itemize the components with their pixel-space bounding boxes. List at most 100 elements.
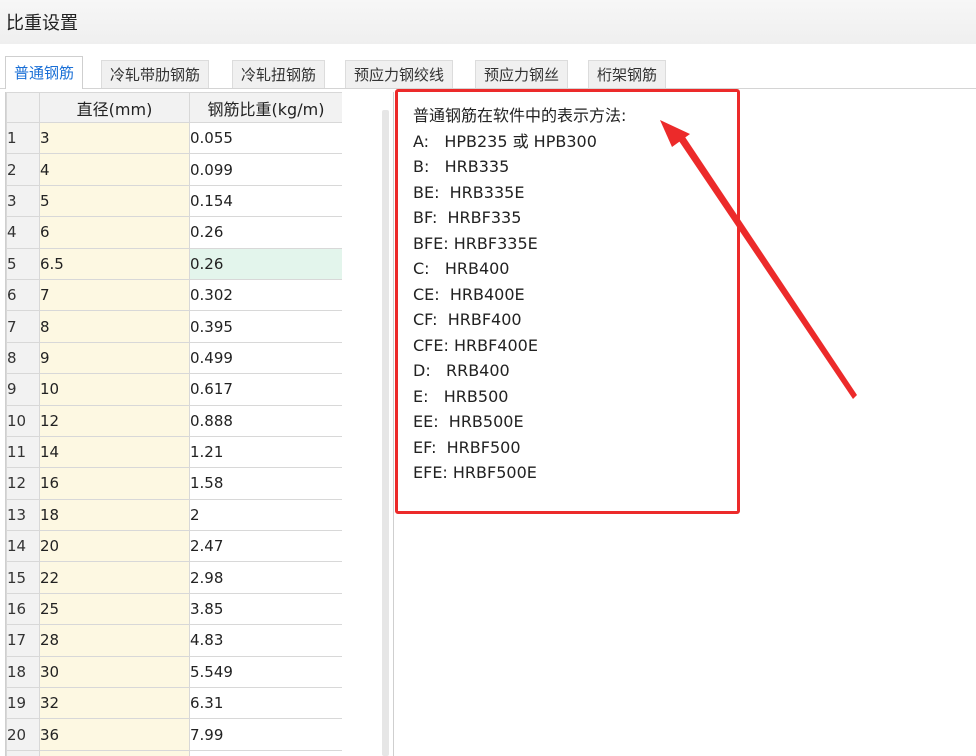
table-row[interactable]: 19 32 6.31	[6, 687, 342, 720]
table-row[interactable]: 21	[6, 749, 342, 756]
grade-note-line: E: HRB500	[413, 386, 509, 406]
table-row[interactable]: 2 4 0.099	[6, 153, 342, 186]
table-row[interactable]: 11 14 1.21	[6, 435, 342, 469]
title-bar: 比重设置	[0, 0, 976, 44]
row-number-cell: 11	[6, 435, 40, 469]
weight-cell[interactable]: 3.85	[189, 592, 342, 626]
table-row[interactable]: 6 7 0.302	[6, 278, 342, 312]
weight-cell[interactable]: 1.58	[189, 467, 342, 500]
table-row[interactable]: 18 30 5.549	[6, 655, 342, 689]
diameter-cell[interactable]	[39, 749, 190, 756]
weight-cell[interactable]	[189, 749, 342, 756]
weight-cell[interactable]: 0.302	[189, 278, 342, 312]
row-number-cell: 14	[6, 530, 40, 563]
diameter-cell[interactable]: 25	[39, 592, 190, 626]
row-number-cell: 4	[6, 216, 40, 249]
diameter-cell[interactable]: 6.5	[39, 247, 190, 280]
row-number-cell: 7	[6, 310, 40, 343]
diameter-cell[interactable]: 12	[39, 404, 190, 437]
diameter-cell[interactable]: 32	[39, 687, 190, 720]
weight-cell[interactable]: 5.549	[189, 655, 342, 689]
weight-header[interactable]: 钢筋比重(kg/m)	[189, 92, 342, 123]
table-row[interactable]: 16 25 3.85	[6, 592, 342, 626]
table-row[interactable]: 12 16 1.58	[6, 467, 342, 500]
weight-cell[interactable]: 2	[189, 498, 342, 532]
weight-cell[interactable]: 0.099	[189, 153, 342, 186]
diameter-cell[interactable]: 8	[39, 310, 190, 343]
row-number-cell: 15	[6, 561, 40, 594]
table-row[interactable]: 17 28 4.83	[6, 624, 342, 657]
diameter-cell[interactable]: 6	[39, 216, 190, 249]
table-row[interactable]: 20 36 7.99	[6, 718, 342, 751]
table-scrollbar[interactable]	[382, 110, 389, 756]
diameter-cell[interactable]: 28	[39, 624, 190, 657]
weight-cell[interactable]: 1.21	[189, 435, 342, 469]
weight-cell[interactable]: 0.154	[189, 184, 342, 218]
table-row[interactable]: 7 8 0.395	[6, 310, 342, 343]
grade-note-line: EE: HRB500E	[413, 412, 524, 431]
table-row[interactable]: 3 5 0.154	[6, 184, 342, 218]
diameter-cell[interactable]: 18	[39, 498, 190, 532]
rebar-weight-grid: 直径(mm) 钢筋比重(kg/m) 1 3 0.055 2 4 0.099 3 5 0.154 4…	[5, 92, 342, 756]
row-number-cell: 19	[6, 687, 40, 720]
table-row[interactable]: 10 12 0.888	[6, 404, 342, 437]
table-row[interactable]: 15 22 2.98	[6, 561, 342, 594]
tab-cold-rolled-twisted-rebar[interactable]: 冷轧扭钢筋	[232, 60, 326, 88]
row-number-cell: 21	[6, 749, 40, 756]
rebar-weight-table: 直径(mm) 钢筋比重(kg/m) 1 3 0.055 2 4 0.099 3 5 0.154 4…	[6, 92, 342, 756]
diameter-cell[interactable]: 16	[39, 467, 190, 500]
window-title: 比重设置	[6, 13, 78, 34]
weight-cell[interactable]: 0.617	[189, 373, 342, 406]
tab-prestressed-strand[interactable]: 预应力钢绞线	[345, 60, 454, 88]
tab-ordinary-rebar[interactable]: 普通钢筋	[5, 56, 84, 89]
diameter-cell[interactable]: 36	[39, 718, 190, 751]
weight-cell[interactable]: 7.99	[189, 718, 342, 751]
table-row[interactable]: 4 6 0.26	[6, 216, 342, 249]
row-number-cell: 3	[6, 184, 40, 218]
weight-cell[interactable]: 0.26	[189, 247, 342, 280]
weight-cell[interactable]: 4.83	[189, 624, 342, 657]
weight-cell[interactable]: 0.26	[189, 216, 342, 249]
table-row[interactable]: 9 10 0.617	[6, 373, 342, 406]
grade-note-line: BE: HRB335E	[413, 182, 525, 202]
grade-note-line: EF: HRBF500	[413, 437, 521, 457]
weight-cell[interactable]: 2.47	[189, 530, 342, 563]
diameter-cell[interactable]: 10	[39, 373, 190, 406]
table-row[interactable]: 5 6.5 0.26	[6, 247, 342, 280]
weight-cell[interactable]: 0.395	[189, 310, 342, 343]
diameter-cell[interactable]: 14	[39, 435, 190, 469]
grade-notes: 普通钢筋在软件中的表示方法: A: HPB235 或 HPB300 B: HRB3…	[413, 103, 626, 486]
grade-note-line: BFE: HRBF335E	[413, 233, 538, 253]
diameter-cell[interactable]: 30	[39, 655, 190, 689]
table-row[interactable]: 13 18 2	[6, 498, 342, 532]
row-number-cell: 20	[6, 718, 40, 751]
row-number-cell: 1	[6, 121, 40, 155]
weight-cell[interactable]: 0.055	[189, 121, 342, 155]
tab-truss-rebar[interactable]: 桁架钢筋	[588, 60, 667, 88]
grade-note-line: CF: HRBF400	[413, 310, 522, 329]
table-row[interactable]: 8 9 0.499	[6, 341, 342, 375]
diameter-cell[interactable]: 20	[39, 530, 190, 563]
diameter-cell[interactable]: 9	[39, 341, 190, 375]
grade-note-line: CE: HRB400E	[413, 284, 525, 304]
table-row[interactable]: 1 3 0.055	[6, 121, 342, 155]
table-row[interactable]: 14 20 2.47	[6, 530, 342, 563]
diameter-cell[interactable]: 22	[39, 561, 190, 594]
tab-prestressed-wire[interactable]: 预应力钢丝	[475, 60, 569, 88]
grade-note-line: B: HRB335	[413, 157, 510, 176]
diameter-cell[interactable]: 3	[39, 121, 190, 155]
diameter-header[interactable]: 直径(mm)	[39, 92, 190, 123]
tab-cold-rolled-ribbed-rebar[interactable]: 冷轧带肋钢筋	[101, 60, 210, 88]
row-number-cell: 13	[6, 498, 40, 532]
weight-cell[interactable]: 0.499	[189, 341, 342, 375]
row-number-cell: 2	[6, 153, 40, 186]
weight-cell[interactable]: 0.888	[189, 404, 342, 437]
weight-cell[interactable]: 2.98	[189, 561, 342, 594]
grade-note-line: D: RRB400	[413, 361, 510, 380]
weight-cell[interactable]: 6.31	[189, 687, 342, 720]
diameter-cell[interactable]: 4	[39, 153, 190, 186]
row-number-cell: 5	[6, 247, 40, 280]
diameter-cell[interactable]: 7	[39, 278, 190, 312]
diameter-cell[interactable]: 5	[39, 184, 190, 218]
notes-heading: 普通钢筋在软件中的表示方法:	[413, 106, 627, 125]
